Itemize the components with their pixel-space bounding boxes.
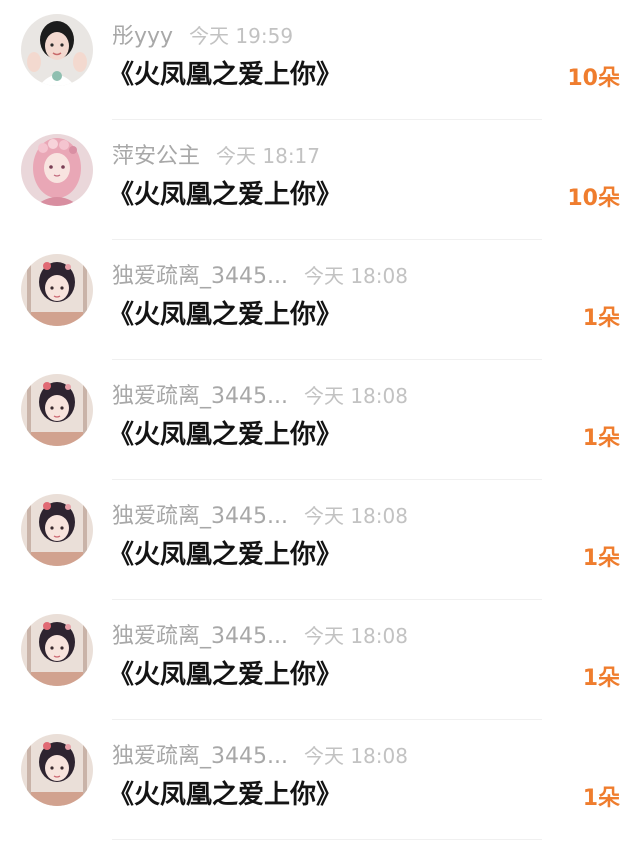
timestamp: 今天 18:08: [303, 744, 408, 768]
list-item[interactable]: 萍安公主 今天 18:17 《火凤凰之爱上你》 10朵: [0, 120, 640, 240]
timestamp: 今天 18:08: [303, 264, 408, 288]
flower-count: 10朵: [567, 66, 620, 91]
flower-count: 1朵: [582, 546, 620, 571]
entry-meta: 独爱疏离_3445... 今天 18:08: [112, 618, 408, 650]
flower-count: 1朵: [582, 306, 620, 331]
avatar[interactable]: [21, 14, 93, 86]
avatar[interactable]: [21, 374, 93, 446]
list-item[interactable]: 独爱疏离_3445... 今天 18:08 《火凤凰之爱上你》 1朵: [0, 480, 640, 600]
book-title[interactable]: 《火凤凰之爱上你》: [108, 654, 342, 691]
avatar[interactable]: [21, 734, 93, 806]
list-item[interactable]: 独爱疏离_3445... 今天 18:08 《火凤凰之爱上你》 1朵: [0, 360, 640, 480]
gift-record-list: 彤yyy 今天 19:59 《火凤凰之爱上你》 10朵 萍安公主 今天 18:1…: [0, 0, 640, 841]
entry-meta: 独爱疏离_3445... 今天 18:08: [112, 378, 408, 410]
entry-meta: 独爱疏离_3445... 今天 18:08: [112, 498, 408, 530]
entry-meta: 彤yyy 今天 19:59: [112, 18, 294, 50]
entry-meta: 萍安公主 今天 18:17: [112, 138, 321, 170]
pink-hair-anime-avatar-icon: [21, 134, 93, 206]
username[interactable]: 独爱疏离_3445...: [112, 258, 288, 290]
list-item[interactable]: 彤yyy 今天 19:59 《火凤凰之爱上你》 10朵: [0, 0, 640, 120]
timestamp: 今天 18:08: [303, 384, 408, 408]
anime-girl-avatar-icon: [21, 734, 93, 806]
anime-girl-avatar-icon: [21, 374, 93, 446]
timestamp: 今天 18:08: [303, 624, 408, 648]
book-title[interactable]: 《火凤凰之爱上你》: [108, 54, 342, 91]
username[interactable]: 独爱疏离_3445...: [112, 378, 288, 410]
flower-count: 10朵: [567, 186, 620, 211]
anime-girl-avatar-icon: [21, 494, 93, 566]
list-item[interactable]: 独爱疏离_3445... 今天 18:08 《火凤凰之爱上你》 1朵: [0, 600, 640, 720]
timestamp: 今天 18:08: [303, 504, 408, 528]
divider: [112, 839, 542, 840]
timestamp: 今天 18:17: [216, 144, 321, 168]
username[interactable]: 萍安公主: [112, 138, 200, 170]
flower-count: 1朵: [582, 786, 620, 811]
timestamp: 今天 19:59: [189, 24, 294, 48]
username[interactable]: 独爱疏离_3445...: [112, 618, 288, 650]
flower-count: 1朵: [582, 426, 620, 451]
anime-girl-avatar-icon: [21, 254, 93, 326]
book-title[interactable]: 《火凤凰之爱上你》: [108, 534, 342, 571]
anime-girl-avatar-icon: [21, 614, 93, 686]
username[interactable]: 彤yyy: [112, 18, 173, 50]
flower-count: 1朵: [582, 666, 620, 691]
list-item[interactable]: 独爱疏离_3445... 今天 18:08 《火凤凰之爱上你》 1朵: [0, 240, 640, 360]
list-item[interactable]: 独爱疏离_3445... 今天 18:08 《火凤凰之爱上你》 1朵: [0, 720, 640, 840]
avatar[interactable]: [21, 254, 93, 326]
entry-meta: 独爱疏离_3445... 今天 18:08: [112, 738, 408, 770]
book-title[interactable]: 《火凤凰之爱上你》: [108, 294, 342, 331]
avatar[interactable]: [21, 614, 93, 686]
girl-waving-avatar-icon: [21, 14, 93, 86]
avatar[interactable]: [21, 494, 93, 566]
book-title[interactable]: 《火凤凰之爱上你》: [108, 774, 342, 811]
avatar[interactable]: [21, 134, 93, 206]
book-title[interactable]: 《火凤凰之爱上你》: [108, 174, 342, 211]
book-title[interactable]: 《火凤凰之爱上你》: [108, 414, 342, 451]
username[interactable]: 独爱疏离_3445...: [112, 498, 288, 530]
username[interactable]: 独爱疏离_3445...: [112, 738, 288, 770]
entry-meta: 独爱疏离_3445... 今天 18:08: [112, 258, 408, 290]
